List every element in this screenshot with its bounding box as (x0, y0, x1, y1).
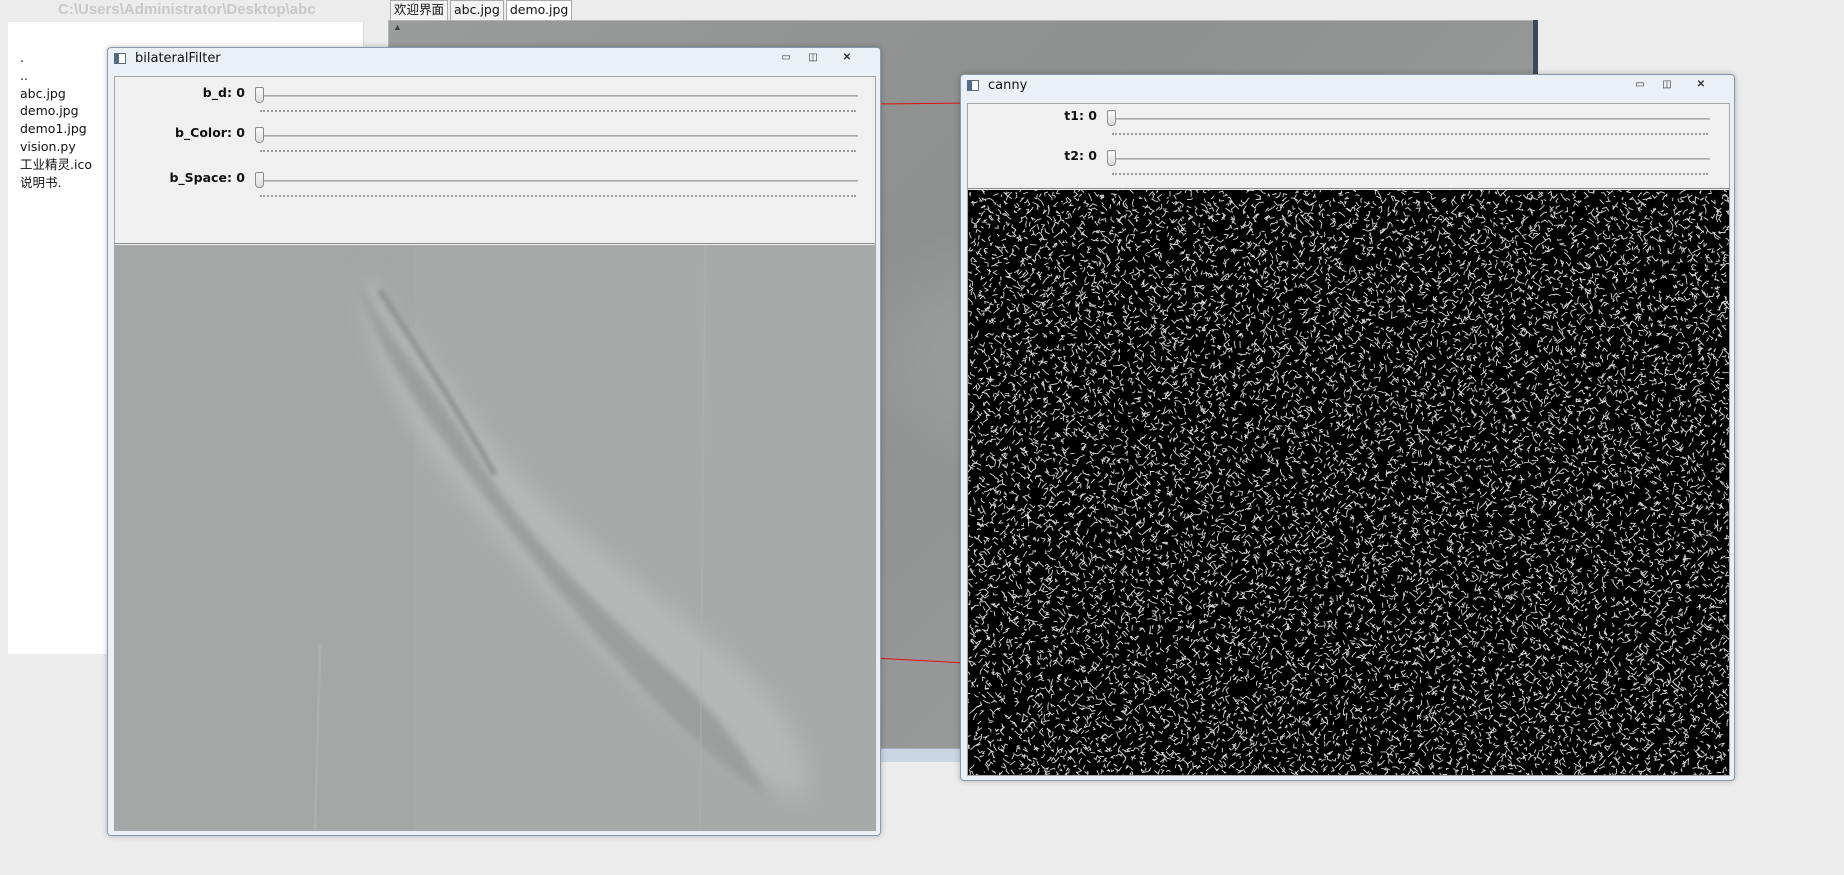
canny-window[interactable]: canny ▭ ◫ ✕ t1: 0 t2: 0 (960, 74, 1735, 781)
window-client-area: b_d: 0 b_Color: 0 b_Space: 0 (114, 76, 876, 831)
trackbar-panel: b_d: 0 b_Color: 0 b_Space: 0 (115, 77, 875, 244)
file-item-current-dir[interactable]: . (20, 49, 92, 67)
minimize-button[interactable]: ▭ (1629, 79, 1651, 92)
window-app-icon (114, 53, 126, 64)
window-app-icon (967, 80, 979, 91)
trackbar-label: b_Color: 0 (174, 125, 245, 140)
close-button[interactable]: ✕ (1690, 79, 1712, 92)
tab-bar: 欢迎界面 abc.jpg demo.jpg (390, 0, 574, 21)
trackbar-panel: t1: 0 t2: 0 (968, 104, 1729, 189)
slider-track[interactable] (1110, 118, 1710, 120)
window-client-area: t1: 0 t2: 0 (967, 103, 1730, 776)
slider-ticks (260, 110, 856, 113)
maximize-button[interactable]: ◫ (1656, 79, 1678, 92)
trackbar-label: t1: 0 (1064, 108, 1097, 123)
trackbar-t2: t2: 0 (968, 148, 1729, 175)
scroll-up-arrow-icon[interactable]: ▲ (393, 22, 402, 32)
title-bar[interactable]: canny ▭ ◫ ✕ (961, 75, 1734, 97)
window-title: bilateralFilter (135, 51, 221, 66)
trackbar-t1: t1: 0 (968, 108, 1729, 135)
slider-thumb[interactable] (1107, 110, 1116, 126)
tab-welcome[interactable]: 欢迎界面 (390, 0, 449, 20)
title-bar[interactable]: bilateralFilter ▭ ◫ ✕ (108, 48, 880, 70)
leaf-image (115, 245, 875, 830)
edge-detection-image (968, 190, 1729, 775)
close-button[interactable]: ✕ (836, 52, 858, 65)
slider-ticks (260, 195, 856, 198)
edge-map (968, 190, 1729, 775)
file-item-demo1-jpg[interactable]: demo1.jpg (20, 120, 92, 138)
trackbar-label: t2: 0 (1064, 148, 1097, 163)
file-item-vision-py[interactable]: vision.py (20, 138, 92, 156)
folder-path-label: C:\Users\Administrator\Desktop\abc (58, 1, 316, 18)
trackbar-label: b_d: 0 (202, 85, 245, 100)
file-item-abc-jpg[interactable]: abc.jpg (20, 85, 92, 103)
slider-ticks (260, 150, 856, 153)
tab-demo-jpg[interactable]: demo.jpg (505, 0, 573, 21)
slider-thumb[interactable] (255, 127, 264, 143)
slider-thumb[interactable] (255, 172, 264, 188)
slider-ticks (1112, 173, 1708, 176)
bilateral-filter-window[interactable]: bilateralFilter ▭ ◫ ✕ b_d: 0 b_Color: 0 (107, 47, 881, 836)
minimize-button[interactable]: ▭ (775, 52, 797, 65)
trackbar-b-color: b_Color: 0 (115, 125, 875, 152)
trackbar-b-d: b_d: 0 (115, 85, 875, 112)
file-item-parent-dir[interactable]: .. (20, 67, 92, 85)
slider-track[interactable] (258, 135, 858, 137)
trackbar-b-space: b_Space: 0 (115, 170, 875, 197)
slider-thumb[interactable] (1107, 150, 1116, 166)
app-window: C:\Users\Administrator\Desktop\abc . .. … (0, 0, 1844, 875)
slider-track[interactable] (1110, 158, 1710, 160)
trackbar-label: b_Space: 0 (169, 170, 245, 185)
window-title: canny (988, 78, 1028, 93)
edge-lines (968, 190, 1729, 775)
file-list: . .. abc.jpg demo.jpg demo1.jpg vision.p… (20, 49, 92, 191)
slider-ticks (1112, 133, 1708, 136)
slider-track[interactable] (258, 95, 858, 97)
tab-abc-jpg[interactable]: abc.jpg (450, 0, 504, 20)
filtered-image (115, 245, 875, 830)
slider-thumb[interactable] (255, 87, 264, 103)
file-item-ico[interactable]: 工业精灵.ico (20, 156, 92, 174)
maximize-button[interactable]: ◫ (802, 52, 824, 65)
file-item-demo-jpg[interactable]: demo.jpg (20, 102, 92, 120)
slider-track[interactable] (258, 180, 858, 182)
file-item-readme[interactable]: 说明书. (20, 174, 92, 192)
